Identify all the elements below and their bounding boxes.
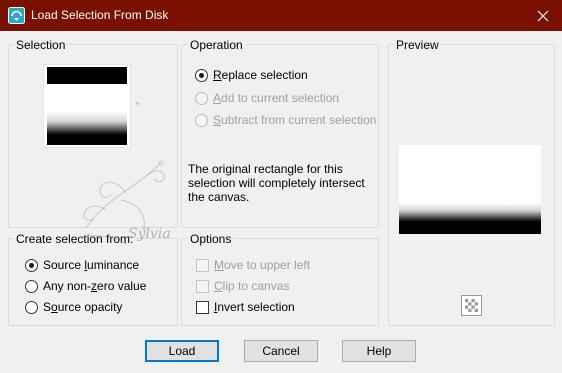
thumbnail-black-band: [47, 67, 127, 84]
selection-group-label: Selection: [14, 38, 68, 52]
radio-replace-selection[interactable]: Replace selection: [195, 68, 308, 82]
radio-button[interactable]: [25, 258, 38, 272]
window-title: Load Selection From Disk: [31, 8, 169, 22]
load-button[interactable]: Load: [145, 340, 219, 362]
checkbox-label: Move to upper left: [214, 258, 311, 272]
checkbox-invert-selection[interactable]: Invert selection: [196, 300, 295, 314]
preview-image: [399, 145, 541, 234]
checkbox[interactable]: [196, 300, 209, 314]
watermark-text: Sylvia: [128, 226, 171, 242]
radio-label: Source opacity: [43, 300, 123, 314]
radio-label: Subtract from current selection: [213, 113, 377, 127]
checkbox-move-to-upper-left[interactable]: Move to upper left: [196, 258, 310, 272]
selection-thumbnail[interactable]: [43, 64, 131, 148]
preview-gradient: [399, 203, 541, 234]
title-bar: Load Selection From Disk: [0, 0, 562, 31]
create-from-group-label: Create selection from:: [14, 232, 136, 246]
radio-any-non-zero-value[interactable]: Any non-zero value: [25, 279, 146, 293]
radio-label: Any non-zero value: [43, 279, 147, 293]
radio-button[interactable]: [195, 91, 208, 105]
radio-label: Source luminance: [43, 258, 140, 272]
radio-subtract-from-selection[interactable]: Subtract from current selection: [195, 113, 376, 127]
close-icon[interactable]: [532, 5, 554, 27]
radio-button[interactable]: [195, 68, 208, 82]
radio-add-to-selection[interactable]: Add to current selection: [195, 91, 339, 105]
operation-group-label: Operation: [188, 38, 245, 52]
checkbox[interactable]: [196, 258, 209, 272]
radio-source-opacity[interactable]: Source opacity: [25, 300, 122, 314]
radio-button[interactable]: [25, 279, 38, 293]
checkbox-label: Invert selection: [214, 300, 295, 314]
cancel-button[interactable]: Cancel: [244, 340, 318, 362]
checkbox[interactable]: [196, 279, 209, 293]
thumbnail-gradient: [47, 111, 127, 145]
checkerboard-icon[interactable]: [461, 295, 482, 316]
chevron-down-icon[interactable]: ▼: [134, 101, 141, 108]
options-group-label: Options: [188, 232, 234, 246]
checkbox-label: Clip to canvas: [214, 279, 290, 293]
radio-button[interactable]: [25, 300, 38, 314]
checkbox-clip-to-canvas[interactable]: Clip to canvas: [196, 279, 289, 293]
radio-button[interactable]: [195, 113, 208, 127]
radio-label: Replace selection: [213, 68, 308, 82]
operation-info-text: The original rectangle for this selectio…: [188, 162, 365, 204]
app-icon: [8, 7, 25, 24]
radio-source-luminance[interactable]: Source luminance: [25, 258, 139, 272]
help-button[interactable]: Help: [342, 340, 416, 362]
preview-group-label: Preview: [394, 38, 441, 52]
radio-label: Add to current selection: [213, 91, 340, 105]
